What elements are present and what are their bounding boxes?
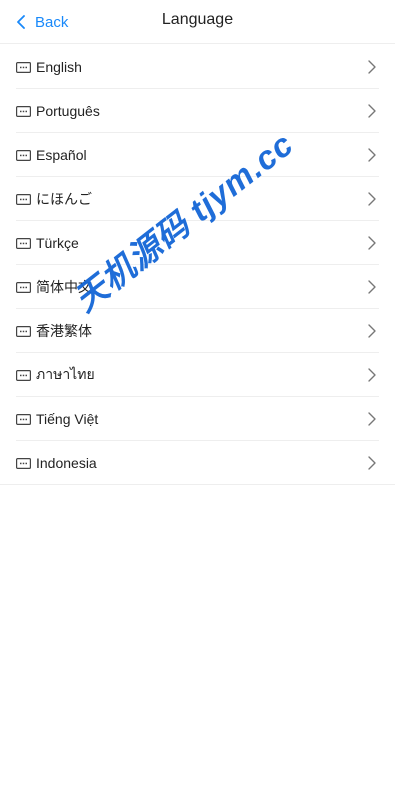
- chevron-right-icon: [368, 324, 376, 338]
- keyboard-icon: [16, 281, 31, 293]
- chevron-right-icon: [368, 192, 376, 206]
- language-label: にほんご: [36, 191, 92, 207]
- language-label: Türkçe: [36, 235, 79, 251]
- language-item-hk-traditional[interactable]: 香港繁体: [0, 309, 395, 353]
- language-item-thai[interactable]: ภาษาไทย: [0, 353, 395, 397]
- chevron-right-icon: [368, 368, 376, 382]
- keyboard-icon: [16, 61, 31, 73]
- chevron-right-icon: [368, 280, 376, 294]
- keyboard-icon: [16, 105, 31, 117]
- language-item-vietnamese[interactable]: Tiếng Việt: [0, 397, 395, 441]
- language-label: English: [36, 59, 82, 75]
- language-item-portugues[interactable]: Português: [0, 89, 395, 133]
- language-screen: Back Language English Português Español …: [0, 0, 395, 798]
- keyboard-icon: [16, 237, 31, 249]
- page-title: Language: [161, 11, 234, 28]
- keyboard-icon: [16, 325, 31, 337]
- keyboard-icon: [16, 149, 31, 161]
- language-label: Indonesia: [36, 455, 97, 471]
- language-label: ภาษาไทย: [36, 366, 95, 382]
- language-label: 香港繁体: [36, 323, 92, 339]
- language-list: English Português Español にほんご Türkçe 简体…: [0, 45, 395, 485]
- language-item-espanol[interactable]: Español: [0, 133, 395, 177]
- language-label: Tiếng Việt: [36, 411, 99, 427]
- language-item-simplified-chinese[interactable]: 简体中文: [0, 265, 395, 309]
- keyboard-icon: [16, 193, 31, 205]
- chevron-right-icon: [368, 236, 376, 250]
- keyboard-icon: [16, 369, 31, 381]
- keyboard-icon: [16, 457, 31, 469]
- language-label: Português: [36, 103, 100, 119]
- chevron-right-icon: [368, 412, 376, 426]
- language-item-indonesia[interactable]: Indonesia: [0, 441, 395, 485]
- language-item-english[interactable]: English: [0, 45, 395, 89]
- chevron-right-icon: [368, 148, 376, 162]
- nav-bar: Back Language: [0, 0, 395, 44]
- chevron-right-icon: [368, 456, 376, 470]
- language-label: Español: [36, 147, 87, 163]
- chevron-right-icon: [368, 60, 376, 74]
- keyboard-icon: [16, 413, 31, 425]
- chevron-right-icon: [368, 104, 376, 118]
